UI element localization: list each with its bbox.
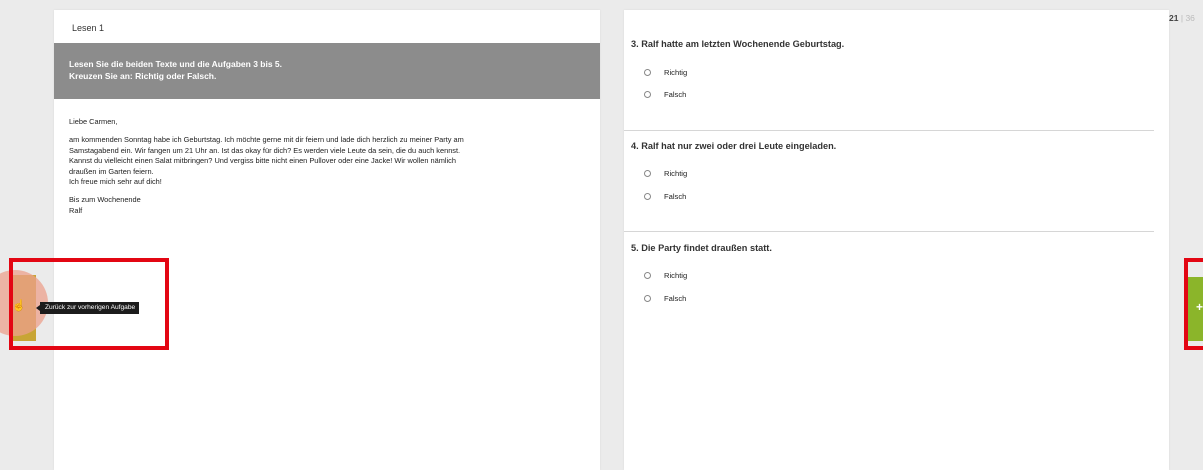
option-label: Richtig	[664, 271, 688, 280]
letter-closing: Bis zum Wochenende	[69, 195, 141, 205]
option-label: Richtig	[664, 68, 688, 77]
question-divider	[624, 231, 1154, 232]
letter-body-line: Ich freue mich sehr auf dich!	[69, 177, 162, 187]
option-falsch[interactable]: Falsch	[644, 294, 686, 303]
question-title: 4. Ralf hat nur zwei oder drei Leute ein…	[631, 141, 837, 151]
section-label: Lesen 1	[72, 23, 105, 33]
page-separator: |	[1180, 13, 1184, 23]
question-title: 5. Die Party findet draußen statt.	[631, 243, 772, 253]
question-title: 3. Ralf hatte am letzten Wochenende Gebu…	[631, 39, 845, 49]
letter-text: Liebe Carmen, am kommenden Sonntag habe …	[69, 117, 589, 216]
radio-button[interactable]	[644, 170, 651, 177]
radio-button[interactable]	[644, 272, 651, 279]
letter-greeting: Liebe Carmen,	[69, 117, 118, 126]
page-counter: 21 | 36	[1169, 13, 1195, 23]
page-total: 36	[1185, 13, 1195, 23]
letter-body-line: am kommenden Sonntag habe ich Geburtstag…	[69, 135, 464, 145]
option-label: Falsch	[664, 192, 687, 201]
letter-body-line: Kannst du vielleicht einen Salat mitbrin…	[69, 156, 456, 166]
radio-button[interactable]	[644, 295, 651, 302]
instruction-line-2: Kreuzen Sie an: Richtig oder Falsch.	[69, 71, 217, 81]
letter-body-line: Samstagabend ein. Wir fangen um 21 Uhr a…	[69, 145, 461, 155]
option-label: Richtig	[664, 169, 688, 178]
option-label: Falsch	[664, 294, 687, 303]
radio-button[interactable]	[644, 69, 651, 76]
letter-signature: Ralf	[69, 205, 83, 215]
letter-body-line: draußen im Garten feiern.	[69, 166, 154, 176]
option-richtig[interactable]: Richtig	[644, 68, 687, 77]
instruction-line-1: Lesen Sie die beiden Texte und die Aufga…	[69, 59, 283, 69]
option-richtig[interactable]: Richtig	[644, 271, 687, 280]
question-divider	[624, 130, 1154, 131]
radio-button[interactable]	[644, 91, 651, 98]
question-3: 3. Ralf hatte am letzten Wochenende Gebu…	[631, 39, 1156, 49]
option-richtig[interactable]: Richtig	[644, 169, 687, 178]
radio-button[interactable]	[644, 193, 651, 200]
option-falsch[interactable]: Falsch	[644, 90, 686, 99]
question-4: 4. Ralf hat nur zwei oder drei Leute ein…	[631, 141, 1156, 151]
page-current: 21	[1169, 13, 1179, 23]
highlight-box-right	[1184, 258, 1203, 350]
instruction-box: Lesen Sie die beiden Texte und die Aufga…	[54, 43, 600, 99]
reading-panel: Lesen 1 Lesen Sie die beiden Texte und d…	[54, 10, 600, 470]
highlight-box-left	[9, 258, 169, 350]
option-falsch[interactable]: Falsch	[644, 192, 686, 201]
question-5: 5. Die Party findet draußen statt.	[631, 243, 1156, 253]
questions-panel: 3. Ralf hatte am letzten Wochenende Gebu…	[624, 10, 1169, 470]
option-label: Falsch	[664, 90, 687, 99]
